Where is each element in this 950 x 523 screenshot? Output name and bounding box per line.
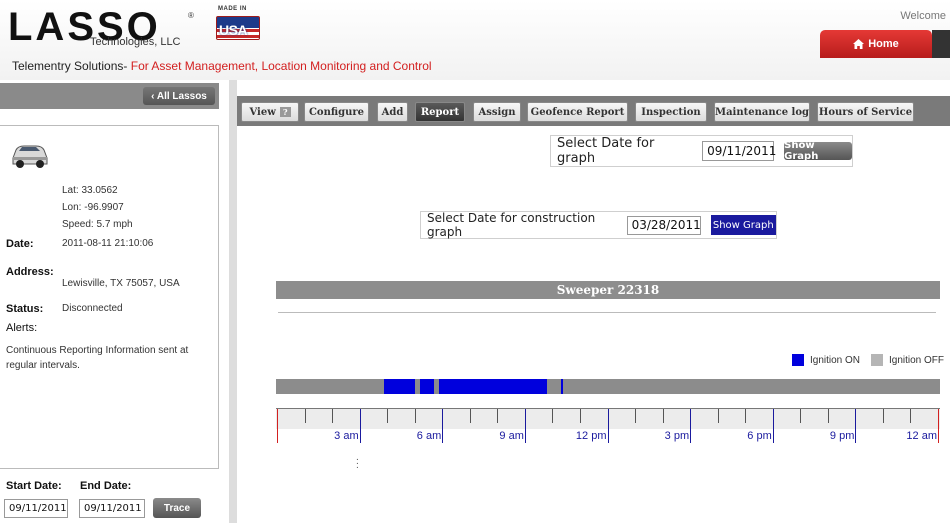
date-value: 2011-08-11 21:10:06 [62,238,154,249]
more-indicator: ... [356,452,359,471]
legend-on-label: Ignition ON [810,355,861,366]
timeline-tick [497,409,499,423]
vehicle-icon [12,145,48,168]
address-label: Address: [6,266,54,278]
ignition-on-segment [439,379,547,394]
made-in-label: MADE IN [218,6,247,12]
trace-button[interactable]: Trace [153,498,201,518]
timeline-tick [938,409,939,443]
status-label: Status: [6,303,44,315]
end-date-input[interactable]: 09/11/2011 [79,499,145,518]
legend-off-label: Ignition OFF [889,355,945,366]
timeline-tick [607,409,609,443]
graph-date-selector: Select Date for graph 09/11/2011 Show Gr… [550,135,853,167]
alerts-value: Continuous Reporting Information sent at… [6,345,189,371]
home-button[interactable]: Home [820,30,932,58]
tagline-prefix: Telementry Solutions- [12,59,128,73]
tab-assign[interactable]: Assign [473,102,521,122]
ignition-on-segment [384,379,415,394]
tagline-highlight: For Asset Management, Location Monitorin… [130,59,432,73]
help-icon[interactable]: ? [279,107,291,117]
construction-date-label: Select Date for construction graph [427,211,596,239]
timeline-tick [524,409,526,443]
timeline-tick [910,409,912,423]
timeline-tick [882,409,884,423]
tab-report[interactable]: Report [415,102,465,122]
timeline-tick [662,409,664,423]
construction-date-input[interactable]: 03/28/2011 [626,215,701,235]
tab-hours-of-service[interactable]: Hours of Service [817,102,914,122]
timeline-tick [387,409,389,423]
timeline-label: 6 am [416,430,442,442]
status-value: Disconnected [62,303,123,314]
timeline-label: 6 pm [747,430,772,442]
timeline-label: 12 am [906,430,937,442]
longitude: Lon: -96.9907 [62,202,124,213]
home-label: Home [868,38,899,50]
tab-add[interactable]: Add [377,102,408,122]
timeline-tick [855,409,857,443]
legend-off-swatch [871,354,883,366]
all-lassos-button[interactable]: ‹ All Lassos [143,87,215,105]
show-construction-graph-button[interactable]: Show Graph [710,215,776,235]
timeline-tick [717,409,719,423]
start-date-input[interactable]: 09/11/2011 [4,499,68,518]
graph-date-input[interactable]: 09/11/2011 [702,141,776,161]
timeline-tick [332,409,334,423]
graph-title: Sweeper 22318 [276,281,940,299]
ignition-on-segment [560,379,564,394]
vehicle-info-panel [0,125,219,469]
latitude: Lat: 33.0562 [62,185,118,196]
speed: Speed: 5.7 mph [62,219,133,230]
timeline-tick [304,409,306,423]
timeline-tick [442,409,444,443]
legend-on-swatch [792,354,804,366]
end-date-label: End Date: [80,480,132,492]
timeline-tick [552,409,554,423]
timeline-label: 9 pm [829,430,855,442]
address-value: Lewisville, TX 75057, USA [62,278,180,289]
tab-view[interactable]: View ? [241,102,299,122]
timeline-label: 12 pm [575,430,607,442]
timeline-tick [690,409,692,443]
start-date-label: Start Date: [6,480,62,492]
timeline-tick [772,409,774,443]
tagline: Telementry Solutions- For Asset Manageme… [12,59,432,73]
alerts-label: Alerts: [6,322,38,334]
timeline-tick [745,409,747,423]
timeline-tick [635,409,637,423]
tab-inspection[interactable]: Inspection [635,102,707,122]
timeline-tick [359,409,361,443]
construction-date-selector: Select Date for construction graph 03/28… [420,211,777,239]
tab-maintenance-log[interactable]: Maintenance log [714,102,810,122]
welcome-text: Welcome [900,10,946,22]
timeline-label: 3 am [334,430,359,442]
tab-configure[interactable]: Configure [304,102,369,122]
ignition-bar [276,379,940,394]
timeline-tick [800,409,802,423]
ignition-on-segment [420,379,434,394]
timeline-label: 9 am [499,430,524,442]
timeline-label: 3 pm [664,430,690,442]
tab-view-label: View [249,106,276,118]
home-icon [853,39,865,49]
graph-divider [278,312,936,313]
header-edge [932,30,950,58]
graph-date-label: Select Date for graph [557,136,655,166]
timeline-tick [579,409,581,423]
tab-geofence-report[interactable]: Geofence Report [527,102,628,122]
usa-flag-icon: USA [216,16,260,40]
svg-text:®: ® [188,11,194,20]
date-label: Date: [6,238,34,250]
logo-subtitle: Technologies, LLC [90,36,181,48]
flag-text: USA [219,22,248,38]
timeline-tick [827,409,829,423]
timeline-tick [277,409,278,443]
sidebar-separator [229,80,237,523]
timeline-tick [414,409,416,423]
timeline-tick [469,409,471,423]
show-graph-button[interactable]: Show Graph [784,140,852,162]
